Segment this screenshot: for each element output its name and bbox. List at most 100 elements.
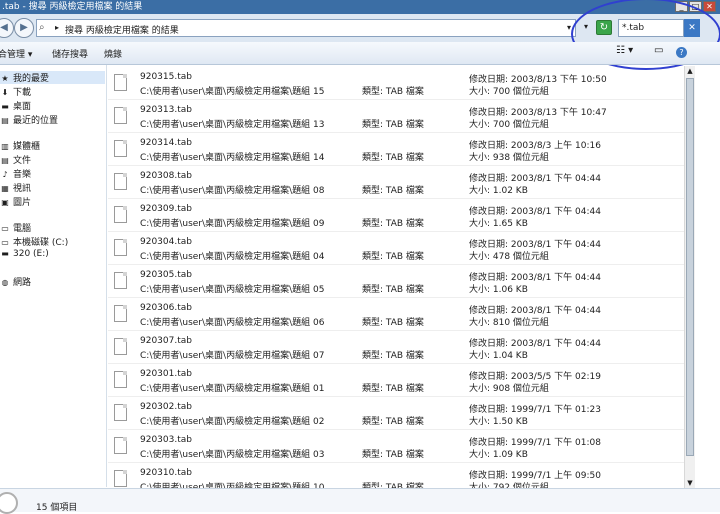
vertical-scrollbar[interactable]: ▲ ▼ [684, 66, 695, 488]
row-divider [108, 297, 684, 298]
row-divider [108, 132, 684, 133]
list-item[interactable]: 920309.tab C:\使用者\user\桌面\丙級檢定用檔案\題組 09 … [108, 202, 684, 234]
list-item[interactable]: 920308.tab C:\使用者\user\桌面\丙級檢定用檔案\題組 08 … [108, 169, 684, 201]
breadcrumb[interactable]: ⌕ ▸ 搜尋 丙級檢定用檔案 的結果 ▾ [36, 19, 576, 37]
list-item[interactable]: 920310.tab C:\使用者\user\桌面\丙級檢定用檔案\題組 10 … [108, 466, 684, 488]
file-name: 920308.tab [140, 171, 192, 181]
file-size: 大小: 792 個位元組 [469, 483, 549, 488]
status-bar: 15 個項目 [0, 488, 720, 514]
file-name: 920301.tab [140, 369, 192, 379]
file-type: 類型: TAB 檔案 [362, 186, 424, 196]
list-item[interactable]: 920303.tab C:\使用者\user\桌面\丙級檢定用檔案\題組 03 … [108, 433, 684, 465]
row-divider [108, 198, 684, 199]
help-button[interactable]: ? [676, 47, 687, 58]
file-size: 大小: 1.09 KB [469, 450, 528, 460]
file-size: 大小: 1.65 KB [469, 219, 528, 229]
sidebar-item-favorites[interactable]: ★ 我的最愛 [0, 71, 105, 84]
list-item[interactable]: 920306.tab C:\使用者\user\桌面\丙級檢定用檔案\題組 06 … [108, 301, 684, 333]
list-item[interactable]: 920305.tab C:\使用者\user\桌面\丙級檢定用檔案\題組 05 … [108, 268, 684, 300]
file-icon [114, 272, 127, 289]
file-size: 大小: 700 個位元組 [469, 87, 549, 97]
list-item[interactable]: 920307.tab C:\使用者\user\桌面\丙級檢定用檔案\題組 07 … [108, 334, 684, 366]
list-item[interactable]: 920314.tab C:\使用者\user\桌面\丙級檢定用檔案\題組 14 … [108, 136, 684, 168]
file-type: 類型: TAB 檔案 [362, 87, 424, 97]
file-size: 大小: 1.50 KB [469, 417, 528, 427]
sidebar-item-videos[interactable]: ▦ 視訊 [0, 181, 31, 194]
preview-pane-button[interactable]: ▭ [654, 45, 663, 56]
file-path: C:\使用者\user\桌面\丙級檢定用檔案\題組 14 [140, 153, 325, 163]
desktop-icon: ▬ [1, 102, 9, 111]
save-search-button[interactable]: 儲存搜尋 [52, 47, 88, 60]
right-margin [695, 65, 720, 488]
scroll-thumb[interactable] [686, 78, 694, 456]
network-icon: ◍ [1, 278, 9, 287]
navigation-pane: ★ 我的最愛 ⬇ 下載 ▬ 桌面 ▤ 最近的位置 ▥ 媒體櫃 ▤ 文件 ♪ 音樂 ▦ 視訊 ▣ 圖… [0, 65, 107, 487]
row-divider [108, 396, 684, 397]
file-name: 920314.tab [140, 138, 192, 148]
file-icon [114, 404, 127, 421]
back-button[interactable]: ◀ [0, 18, 14, 38]
list-item[interactable]: 920302.tab C:\使用者\user\桌面\丙級檢定用檔案\題組 02 … [108, 400, 684, 432]
sidebar-item-local-disk-c[interactable]: ▭ 本機磁碟 (C:) [0, 235, 68, 248]
breadcrumb-search-results[interactable]: 搜尋 丙級檢定用檔案 的結果 [65, 23, 179, 36]
sidebar-item-documents[interactable]: ▤ 文件 [0, 153, 31, 166]
drive-icon: ▭ [1, 238, 9, 247]
documents-icon: ▤ [1, 156, 9, 165]
sidebar-item-recent-places[interactable]: ▤ 最近的位置 [0, 113, 58, 126]
file-size: 大小: 938 個位元組 [469, 153, 549, 163]
recent-places-icon: ▤ [1, 116, 9, 125]
file-name: 920303.tab [140, 435, 192, 445]
row-divider [108, 462, 684, 463]
file-size: 大小: 1.02 KB [469, 186, 528, 196]
file-icon [114, 239, 127, 256]
scroll-down-icon[interactable]: ▼ [685, 478, 695, 488]
row-divider [108, 165, 684, 166]
sidebar-item-libraries[interactable]: ▥ 媒體櫃 [0, 139, 40, 152]
search-results-list: 920315.tab C:\使用者\user\桌面\丙級檢定用檔案\題組 15 … [108, 66, 684, 488]
file-name: 920309.tab [140, 204, 192, 214]
sidebar-item-drive-e[interactable]: ▬ 320 (E:) [0, 249, 49, 259]
file-size: 大小: 810 個位元組 [469, 318, 549, 328]
file-path: C:\使用者\user\桌面\丙級檢定用檔案\題組 01 [140, 384, 325, 394]
row-divider [108, 99, 684, 100]
list-item[interactable]: 920315.tab C:\使用者\user\桌面\丙級檢定用檔案\題組 15 … [108, 70, 684, 102]
file-size: 大小: 1.06 KB [469, 285, 528, 295]
command-toolbar: 合管理 ▾ 儲存搜尋 燒錄 ☷ ▾ ▭ ? [0, 42, 720, 65]
file-path: C:\使用者\user\桌面\丙級檢定用檔案\題組 07 [140, 351, 325, 361]
sidebar-item-computer[interactable]: ▭ 電腦 [0, 221, 31, 234]
sidebar-item-music[interactable]: ♪ 音樂 [0, 167, 31, 180]
file-name: 920310.tab [140, 468, 192, 478]
removable-drive-icon: ▬ [1, 249, 9, 258]
file-name: 920307.tab [140, 336, 192, 346]
file-name: 920304.tab [140, 237, 192, 247]
file-path: C:\使用者\user\桌面\丙級檢定用檔案\題組 06 [140, 318, 325, 328]
row-divider [108, 264, 684, 265]
file-icon [114, 173, 127, 190]
file-type: 類型: TAB 檔案 [362, 285, 424, 295]
file-type: 類型: TAB 檔案 [362, 384, 424, 394]
sidebar-item-pictures[interactable]: ▣ 圖片 [0, 195, 31, 208]
sidebar-item-downloads[interactable]: ⬇ 下載 [0, 85, 31, 98]
organize-button[interactable]: 合管理 ▾ [0, 47, 32, 60]
row-divider [108, 231, 684, 232]
scroll-up-icon[interactable]: ▲ [685, 66, 695, 76]
file-type: 類型: TAB 檔案 [362, 153, 424, 163]
forward-button[interactable]: ▶ [14, 18, 34, 38]
sidebar-item-desktop[interactable]: ▬ 桌面 [0, 99, 31, 112]
burn-button[interactable]: 燒錄 [104, 47, 122, 60]
file-name: 920302.tab [140, 402, 192, 412]
list-item[interactable]: 920313.tab C:\使用者\user\桌面\丙級檢定用檔案\題組 13 … [108, 103, 684, 135]
file-icon [114, 371, 127, 388]
sidebar-item-network[interactable]: ◍ 網路 [0, 275, 32, 288]
file-size: 大小: 700 個位元組 [469, 120, 549, 130]
file-name: 920315.tab [140, 72, 192, 82]
list-item[interactable]: 920301.tab C:\使用者\user\桌面\丙級檢定用檔案\題組 01 … [108, 367, 684, 399]
views-button[interactable]: ☷ ▾ [616, 45, 633, 56]
list-item[interactable]: 920304.tab C:\使用者\user\桌面\丙級檢定用檔案\題組 04 … [108, 235, 684, 267]
close-button[interactable]: ✕ [703, 1, 716, 12]
file-path: C:\使用者\user\桌面\丙級檢定用檔案\題組 05 [140, 285, 325, 295]
video-icon: ▦ [1, 184, 9, 193]
file-size: 大小: 478 個位元組 [469, 252, 549, 262]
search-folder-icon: ⌕ [39, 22, 45, 33]
file-icon [114, 74, 127, 91]
